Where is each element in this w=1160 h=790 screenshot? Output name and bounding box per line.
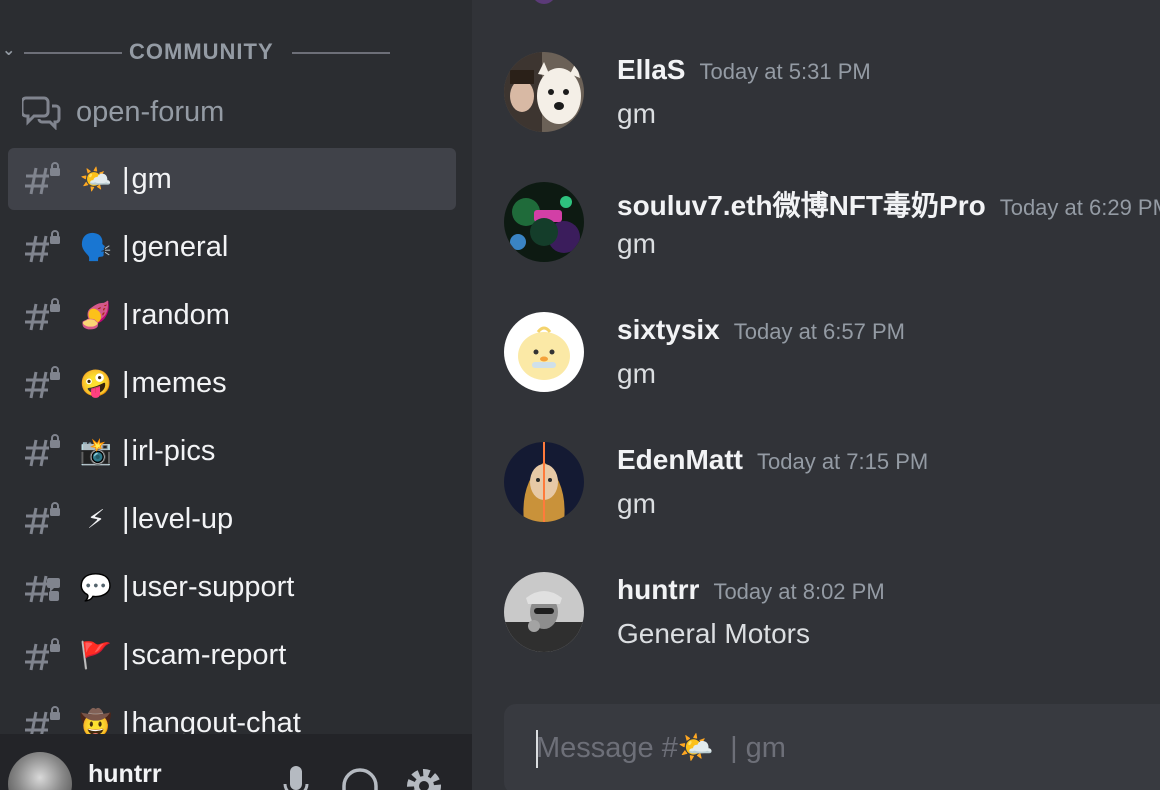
channel-separator: |	[122, 298, 130, 331]
channel-gm[interactable]: 🌤️ | gm	[8, 148, 456, 210]
channel-sidebar: ⌄ COMMUNITY open-forum 🌤️ | gm 🗣️ | gene…	[0, 0, 472, 790]
message-author[interactable]: EdenMatt Today at 7:15 PM	[617, 444, 928, 476]
channel-irl-pics[interactable]: 📸 | irl-pics	[8, 420, 456, 482]
channel-separator: |	[122, 434, 130, 467]
message-item: EdenMatt Today at 7:15 PM gm	[472, 442, 1160, 552]
message-author[interactable]: sixtysix Today at 6:57 PM	[617, 314, 905, 346]
channel-emoji: 🚩	[79, 639, 113, 670]
avatar-souluv7[interactable]	[504, 182, 584, 262]
channel-separator: |	[122, 502, 130, 535]
channel-emoji: 🍠	[79, 299, 113, 330]
channel-label: scam-report	[131, 638, 287, 671]
message-timestamp: Today at 6:29 PM	[999, 195, 1160, 220]
message-text: gm	[617, 358, 656, 389]
channel-label: open-forum	[76, 95, 225, 128]
author-name[interactable]: huntrr	[617, 574, 699, 605]
category-divider-left	[24, 52, 122, 54]
channel-label: gm	[131, 162, 172, 195]
channel-label: level-up	[131, 502, 234, 535]
author-name[interactable]: EllaS	[617, 54, 685, 85]
message-text: General Motors	[617, 618, 810, 649]
message-text: gm	[617, 488, 656, 519]
locked-hash-icon	[8, 366, 76, 400]
chat-area: EllaS Today at 5:31 PM gm souluv7.eth微博NF…	[472, 0, 1160, 790]
channel-separator: |	[122, 230, 130, 263]
message-item: sixtysix Today at 6:57 PM gm	[472, 312, 1160, 422]
locked-hash-icon	[8, 230, 76, 264]
user-panel: huntrr	[0, 734, 472, 790]
chevron-down-icon: ⌄	[2, 42, 17, 59]
message-composer	[504, 704, 1160, 790]
author-name[interactable]: souluv7.eth微博NFT毒奶Pro	[617, 190, 986, 221]
message-timestamp: Today at 6:57 PM	[733, 319, 905, 344]
channel-general[interactable]: 🗣️ | general	[8, 216, 456, 278]
message-item: EllaS Today at 5:31 PM gm	[472, 52, 1160, 162]
message-author[interactable]: souluv7.eth微博NFT毒奶Pro Today at 6:29 PM	[617, 184, 1160, 224]
channel-emoji: 🗣️	[79, 231, 113, 262]
locked-hash-icon	[8, 434, 76, 468]
thread-hash-icon	[8, 570, 76, 604]
channel-open-forum[interactable]: open-forum	[8, 82, 456, 142]
avatar-sixtysix[interactable]	[504, 312, 584, 392]
message-author[interactable]: huntrr Today at 8:02 PM	[617, 574, 885, 606]
channel-emoji: 📸	[79, 435, 113, 466]
avatar-ellas[interactable]	[504, 52, 584, 132]
channel-emoji: ⚡	[86, 503, 106, 534]
channel-separator: |	[122, 162, 130, 195]
locked-hash-icon	[8, 502, 76, 536]
gear-icon[interactable]	[404, 764, 444, 790]
channel-separator: |	[122, 638, 130, 671]
channel-label: general	[131, 230, 229, 263]
locked-hash-icon	[8, 162, 76, 196]
locked-hash-icon	[8, 298, 76, 332]
channel-emoji: 🌤️	[79, 163, 113, 194]
microphone-icon[interactable]	[276, 764, 316, 790]
message-timestamp: Today at 5:31 PM	[699, 59, 871, 84]
channel-label: random	[131, 298, 230, 331]
message-text: gm	[617, 98, 656, 129]
category-label: COMMUNITY	[129, 39, 274, 64]
username: huntrr	[88, 760, 162, 788]
message-timestamp: Today at 7:15 PM	[757, 449, 929, 474]
message-item: huntrr Today at 8:02 PM General Motors	[472, 572, 1160, 682]
channel-separator: |	[122, 570, 130, 603]
channel-separator: |	[122, 366, 130, 399]
message-timestamp: Today at 8:02 PM	[713, 579, 885, 604]
channel-label: user-support	[131, 570, 295, 603]
channel-memes[interactable]: 🤪 | memes	[8, 352, 456, 414]
avatar-huntrr[interactable]	[504, 572, 584, 652]
avatar[interactable]	[8, 752, 72, 790]
message-item: souluv7.eth微博NFT毒奶Pro Today at 6:29 PM gm	[472, 182, 1160, 292]
channel-emoji: 🤪	[79, 367, 113, 398]
channel-emoji: 💬	[79, 571, 113, 602]
category-community[interactable]: ⌄ COMMUNITY	[0, 36, 472, 70]
channel-label: memes	[131, 366, 227, 399]
channel-user-support[interactable]: 💬 | user-support	[8, 556, 456, 618]
message-author[interactable]: EllaS Today at 5:31 PM	[617, 54, 871, 86]
forum-icon	[8, 94, 76, 130]
author-name[interactable]: EdenMatt	[617, 444, 743, 475]
channel-level-up[interactable]: ⚡ | level-up	[8, 488, 456, 550]
avatar-edenmatt[interactable]	[504, 442, 584, 522]
headphones-icon[interactable]	[340, 764, 380, 790]
locked-hash-icon	[8, 638, 76, 672]
message-input[interactable]	[536, 726, 1136, 770]
channel-scam-report[interactable]: 🚩 | scam-report	[8, 624, 456, 686]
channel-label: irl-pics	[131, 434, 216, 467]
category-divider-right	[292, 52, 390, 54]
avatar	[532, 0, 556, 4]
message-text: gm	[617, 228, 656, 259]
channel-random[interactable]: 🍠 | random	[8, 284, 456, 346]
author-name[interactable]: sixtysix	[617, 314, 720, 345]
